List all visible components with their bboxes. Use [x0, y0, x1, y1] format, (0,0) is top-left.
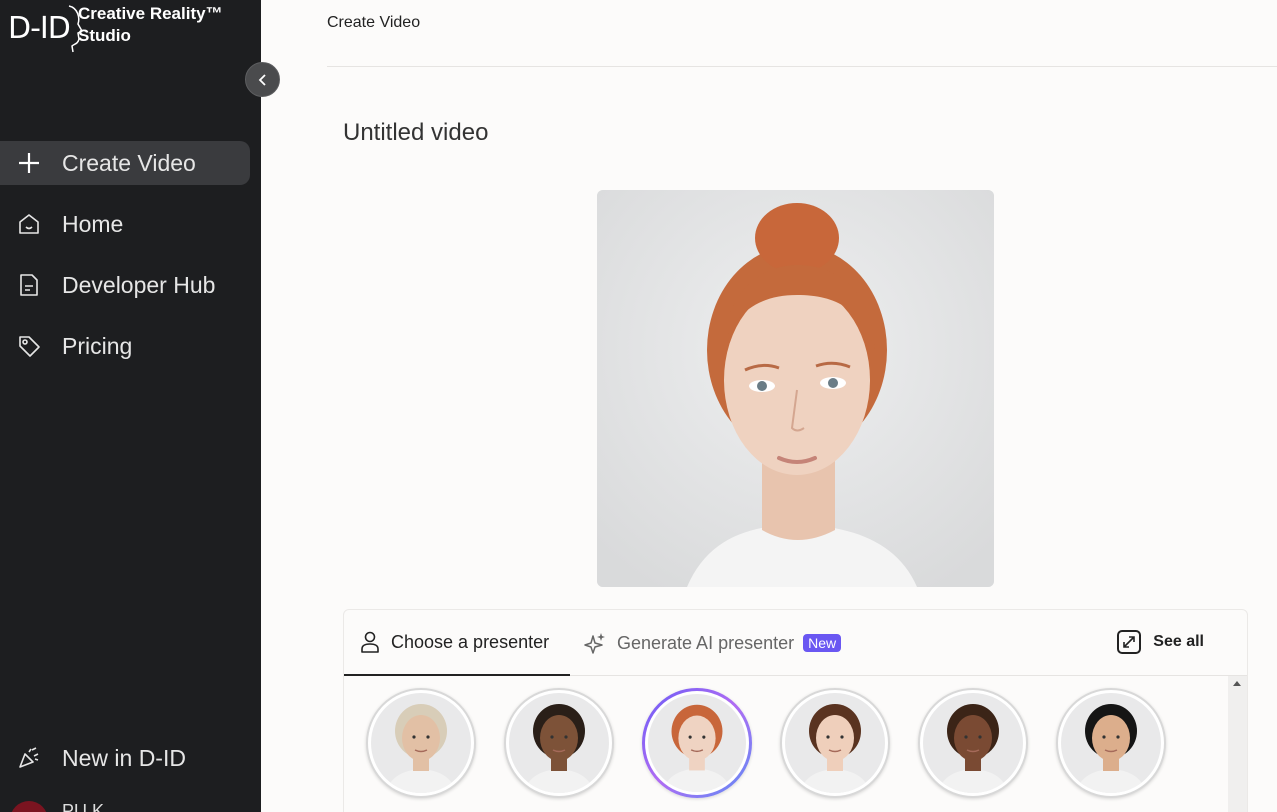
- sidebar-item-label: Developer Hub: [62, 271, 216, 298]
- presenter-avatar-image: [509, 693, 609, 793]
- presenter-avatar-image: [785, 693, 885, 793]
- sidebar-item-label: Pricing: [62, 332, 133, 359]
- tab-label: Choose a presenter: [391, 631, 550, 652]
- page-title: Create Video: [327, 14, 421, 31]
- presenter-avatar-image: [371, 693, 471, 793]
- see-all-label: See all: [1153, 633, 1204, 650]
- presenter-avatar-image: [923, 693, 1023, 793]
- logo-mark: D-ID: [8, 11, 71, 46]
- person-icon: [360, 631, 380, 653]
- sidebar: D-ID Creative Reality™ Studio Create Vid…: [0, 0, 261, 812]
- scroll-up-arrow-icon[interactable]: [1233, 681, 1241, 686]
- presenter-list: [366, 688, 1194, 798]
- new-badge: New: [803, 634, 842, 652]
- tag-icon: [17, 334, 41, 358]
- video-title[interactable]: Untitled video: [343, 119, 488, 147]
- see-all-button[interactable]: See all: [1117, 630, 1204, 654]
- home-icon: [17, 212, 41, 236]
- chevron-left-icon: [258, 73, 266, 86]
- presenter-avatar[interactable]: [366, 688, 476, 798]
- presenter-avatar[interactable]: [642, 688, 752, 798]
- user-name: PU K: [62, 801, 105, 812]
- sidebar-item-home[interactable]: Home: [0, 202, 250, 246]
- sidebar-item-label: New in D-ID: [62, 744, 186, 771]
- sidebar-nav: Create Video Home Developer Hub Pricing: [0, 141, 261, 385]
- presenter-avatar[interactable]: [1056, 688, 1166, 798]
- tab-choose-presenter[interactable]: Choose a presenter: [344, 610, 570, 676]
- sidebar-item-label: Home: [62, 210, 124, 237]
- tab-generate-ai-presenter[interactable]: Generate AI presenter New: [584, 610, 842, 676]
- sidebar-item-developer-hub[interactable]: Developer Hub: [0, 263, 250, 307]
- document-icon: [17, 273, 41, 297]
- sidebar-item-create-video[interactable]: Create Video: [0, 141, 250, 185]
- presenter-preview: [597, 190, 994, 587]
- presenter-avatar-image: [648, 694, 746, 792]
- sparkle-icon: [584, 632, 606, 654]
- studio-name: Creative Reality™ Studio: [78, 4, 223, 45]
- presenter-preview-image: [597, 190, 994, 587]
- party-popper-icon: [17, 746, 41, 770]
- sidebar-item-pricing[interactable]: Pricing: [0, 324, 250, 368]
- presenter-list-scrollbar[interactable]: [1228, 676, 1247, 812]
- top-bar: Create Video: [327, 0, 1277, 67]
- tab-label: Generate AI presenter: [617, 632, 795, 653]
- collapse-sidebar-button[interactable]: [245, 62, 280, 97]
- sidebar-item-new-in-did[interactable]: New in D-ID: [0, 736, 250, 780]
- plus-icon: [17, 151, 41, 175]
- presenter-tabs: Choose a presenter Generate AI presenter…: [344, 610, 1247, 676]
- presenter-avatar[interactable]: [780, 688, 890, 798]
- presenter-avatar-image: [1061, 693, 1161, 793]
- presenter-panel: Choose a presenter Generate AI presenter…: [343, 609, 1248, 812]
- expand-icon: [1117, 630, 1142, 654]
- logo[interactable]: D-ID: [8, 4, 84, 54]
- sidebar-bottom: New in D-ID: [0, 736, 261, 797]
- sidebar-item-label: Create Video: [62, 149, 196, 176]
- presenter-avatar[interactable]: [918, 688, 1028, 798]
- presenter-avatar[interactable]: [504, 688, 614, 798]
